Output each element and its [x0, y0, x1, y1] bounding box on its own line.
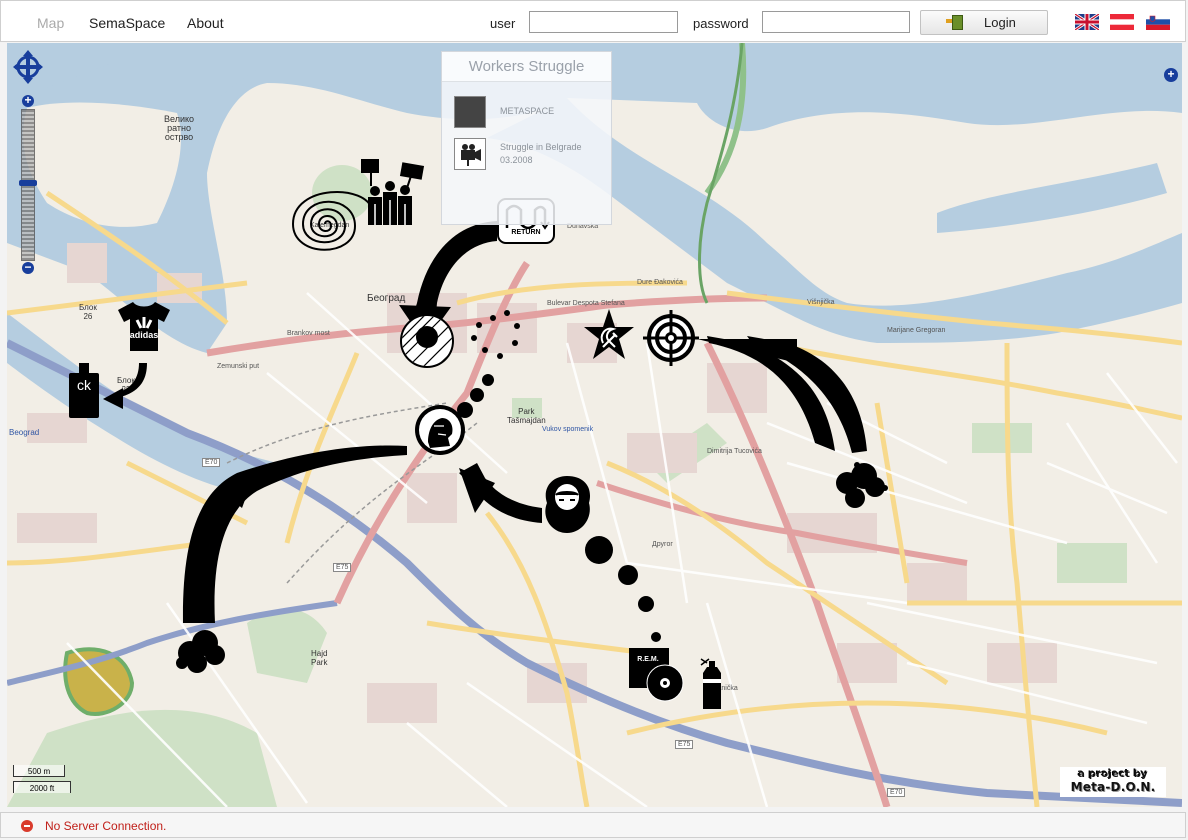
- star-hammer-sickle-icon[interactable]: [583, 307, 635, 361]
- scale-imperial: 2000 ft: [13, 781, 71, 793]
- top-bar: Map SemaSpace About user password Login: [0, 0, 1186, 42]
- scale-bar: 500 m 2000 ft: [13, 765, 75, 799]
- zoom-out-button[interactable]: −: [22, 261, 34, 274]
- pan-control[interactable]: [13, 48, 43, 86]
- login-button-label: Login: [984, 15, 1016, 30]
- nav-semaspace[interactable]: SemaSpace: [89, 15, 165, 31]
- slovenia-flag-icon[interactable]: [1146, 14, 1170, 30]
- perfume-text: ck: [77, 377, 91, 393]
- password-input[interactable]: [762, 11, 910, 33]
- project-credit[interactable]: a project by Meta-D.O.N.: [1060, 767, 1166, 797]
- return-sign-text: RETURN: [511, 229, 541, 236]
- zoom-in-button[interactable]: +: [22, 94, 34, 107]
- layer-switcher-button[interactable]: +: [1164, 68, 1178, 82]
- marx-icon[interactable]: [537, 473, 597, 535]
- door-icon: [952, 15, 963, 30]
- password-label: password: [693, 16, 749, 31]
- map-view[interactable]: Велико ратно острво Kalemegdan Београд Б…: [7, 43, 1182, 807]
- panel-title: Workers Struggle: [442, 52, 611, 82]
- panel-item-label: METASPACE: [500, 106, 555, 116]
- zoom-slider-handle[interactable]: [19, 180, 37, 186]
- panel-item-struggle[interactable]: Struggle in Belgrade 03.2008: [454, 138, 604, 172]
- scale-metric: 500 m: [13, 765, 65, 777]
- user-input[interactable]: [529, 11, 678, 33]
- panel-item-metaspace[interactable]: METASPACE: [454, 96, 604, 130]
- panel-item-label: Struggle in Belgrade: [500, 142, 582, 152]
- nav-about[interactable]: About: [187, 15, 224, 31]
- lenin-icon[interactable]: [414, 404, 466, 456]
- protesters-icon[interactable]: [357, 156, 432, 228]
- rem-text: R.E.M.: [637, 656, 659, 663]
- film-camera-icon: [454, 138, 486, 170]
- target-icon[interactable]: [643, 310, 699, 366]
- nav-map[interactable]: Map: [37, 15, 64, 31]
- spray-can-icon[interactable]: [697, 655, 725, 711]
- status-bar: No Server Connection.: [0, 812, 1186, 838]
- ck-perfume-icon[interactable]: ck: [67, 363, 101, 419]
- english-flag-icon[interactable]: [1075, 14, 1099, 30]
- credit-line1: a project by: [1078, 769, 1148, 780]
- tshirt-adidas-icon[interactable]: adidas: [117, 300, 171, 352]
- status-text: No Server Connection.: [45, 819, 167, 833]
- metaspace-thumbnail-icon: [454, 96, 486, 128]
- info-panel: Workers Struggle METASPACE Struggle in B…: [441, 51, 612, 225]
- error-icon: [21, 820, 33, 832]
- panel-item-date: 03.2008: [500, 155, 533, 165]
- austria-flag-icon[interactable]: [1110, 14, 1134, 30]
- login-button[interactable]: Login: [920, 10, 1048, 35]
- zoom-bar: + −: [19, 94, 37, 275]
- rem-record-icon[interactable]: R.E.M.: [627, 648, 685, 702]
- arrow-icon: [946, 19, 952, 23]
- credit-line2: Meta-D.O.N.: [1070, 780, 1156, 794]
- tshirt-text: adidas: [129, 330, 159, 340]
- user-label: user: [490, 16, 516, 31]
